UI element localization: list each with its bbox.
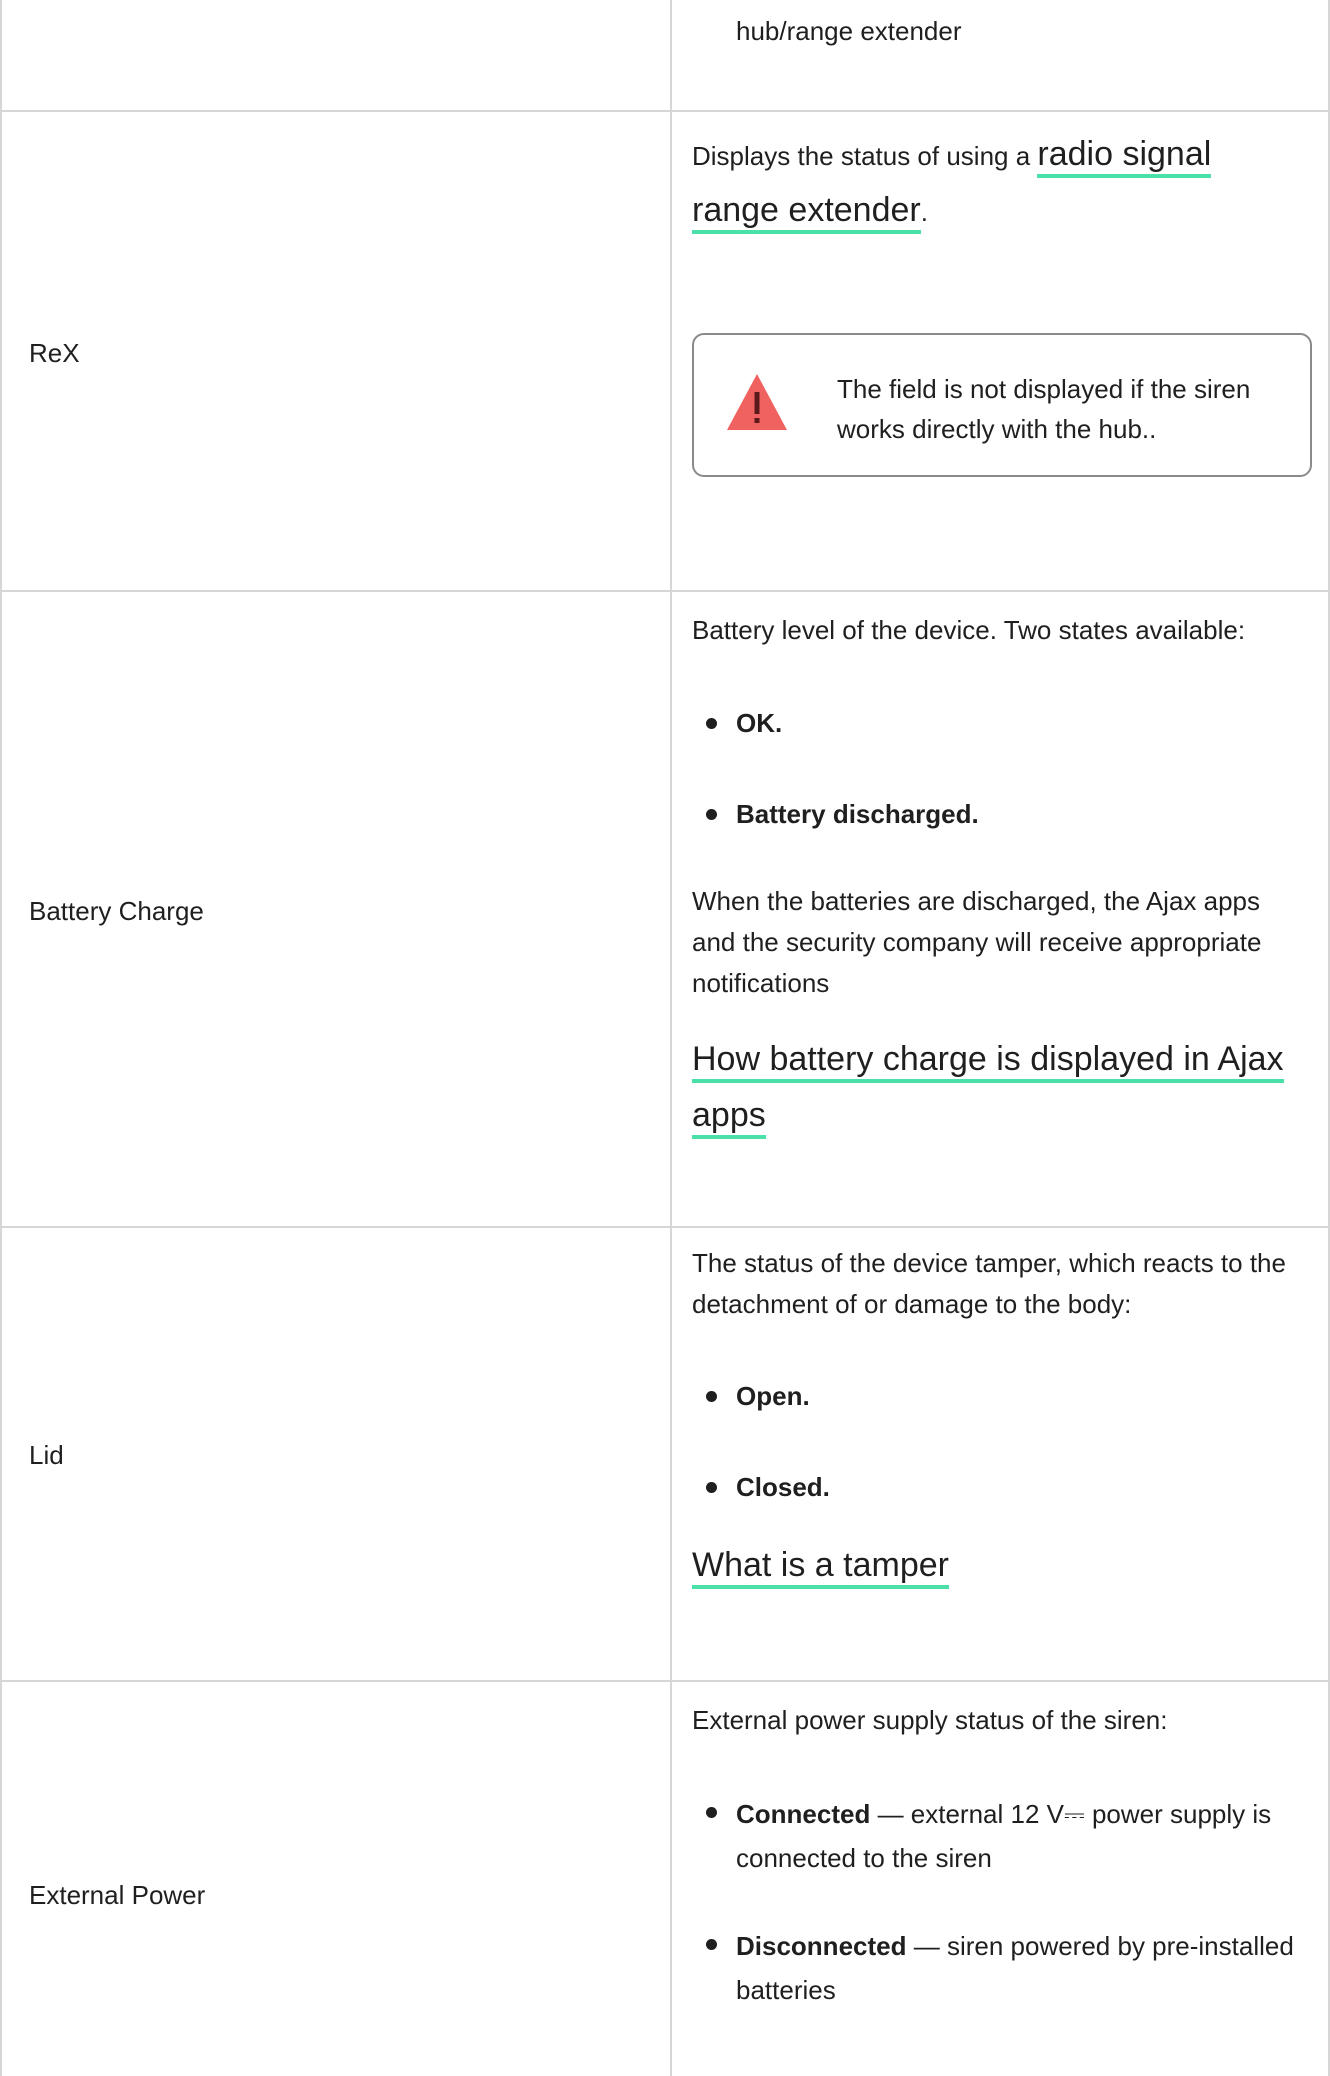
list-item: Disconnected — siren powered by pre-inst… <box>692 1924 1302 2012</box>
row-label-external-power: External Power <box>29 1880 206 1910</box>
list-item: Battery discharged. <box>692 794 1302 835</box>
row-label-lid: Lid <box>29 1440 64 1470</box>
lid-description: The status of the device tamper, which r… <box>692 1243 1302 1594</box>
battery-states-list: OK. Battery discharged. <box>692 703 1302 835</box>
row-divider <box>2 1226 1330 1228</box>
properties-table: hub/range extender ReX Displays the stat… <box>0 0 1330 2076</box>
battery-intro: Battery level of the device. Two states … <box>692 615 1246 645</box>
row-divider <box>2 1680 1330 1682</box>
warning-text: The field is not displayed if the siren … <box>837 374 1251 444</box>
rex-desc-prefix: Displays the status of using a <box>692 141 1038 171</box>
row-divider <box>2 590 1330 592</box>
warning-icon <box>727 374 787 430</box>
lid-link-wrap: What is a tamper <box>692 1538 1302 1594</box>
battery-note: When the batteries are discharged, the A… <box>692 886 1262 998</box>
list-item: Open. <box>692 1376 1302 1417</box>
battery-link-wrap: How battery charge is displayed in Ajax … <box>692 1032 1302 1144</box>
external-power-intro: External power supply status of the sire… <box>692 1705 1168 1735</box>
battery-description: Battery level of the device. Two states … <box>692 610 1302 1144</box>
list-item: Closed. <box>692 1467 1302 1508</box>
row-value: hub/range extender <box>736 16 962 46</box>
row-label-rex: ReX <box>29 338 80 368</box>
column-divider <box>670 0 672 2076</box>
external-power-states-list: Connected — external 12 V⎓ power supply … <box>692 1792 1302 2012</box>
rex-description: Displays the status of using a radio sig… <box>692 127 1302 239</box>
list-item: OK. <box>692 703 1302 744</box>
row-label-battery-charge: Battery Charge <box>29 896 204 926</box>
lid-intro: The status of the device tamper, which r… <box>692 1248 1286 1319</box>
list-item: Connected — external 12 V⎓ power supply … <box>692 1792 1302 1880</box>
what-is-a-tamper-link[interactable]: What is a tamper <box>692 1546 949 1589</box>
lid-states-list: Open. Closed. <box>692 1376 1302 1508</box>
external-power-description: External power supply status of the sire… <box>692 1698 1302 2012</box>
row-divider <box>2 110 1330 112</box>
rex-desc-suffix: . <box>920 197 928 227</box>
battery-charge-display-link[interactable]: How battery charge is displayed in Ajax … <box>692 1040 1284 1139</box>
warning-callout: The field is not displayed if the siren … <box>692 333 1312 477</box>
